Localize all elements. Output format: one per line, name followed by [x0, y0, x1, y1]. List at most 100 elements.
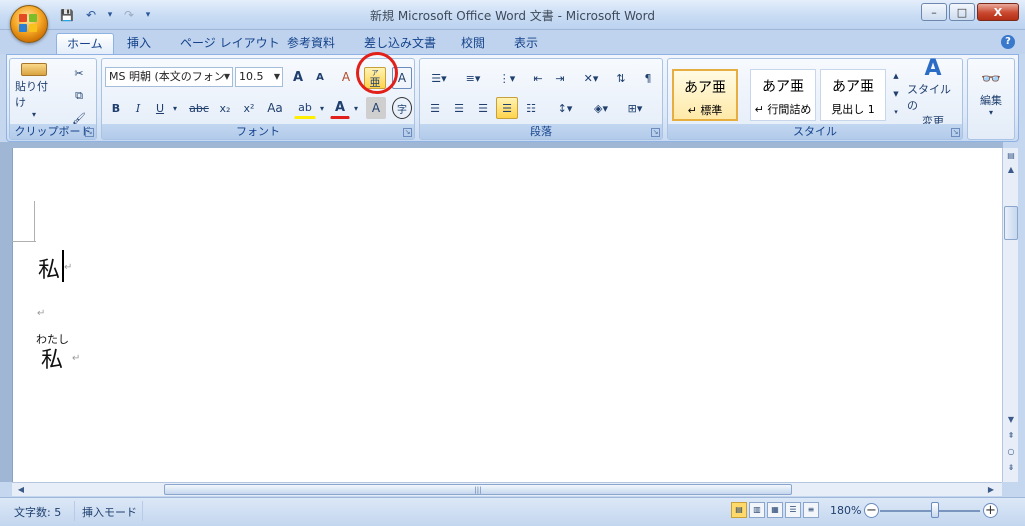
- help-icon[interactable]: ?: [1001, 35, 1015, 49]
- italic-button[interactable]: I: [129, 97, 147, 119]
- change-styles-label-1: スタイルの: [907, 83, 951, 112]
- clear-formatting-button[interactable]: A: [336, 66, 356, 88]
- zoom-in-icon[interactable]: +: [983, 503, 998, 518]
- strikethrough-button[interactable]: abc: [186, 97, 212, 119]
- next-page-icon[interactable]: ⇟: [1004, 462, 1018, 474]
- shrink-font-button[interactable]: A: [310, 66, 330, 88]
- horizontal-scroll-thumb[interactable]: |||: [164, 484, 792, 495]
- align-left-icon[interactable]: ☰: [424, 97, 446, 119]
- web-layout-icon[interactable]: ▦: [767, 502, 783, 518]
- style-heading-1[interactable]: あア亜 見出し 1: [820, 69, 886, 121]
- editing-label: 編集: [980, 94, 1002, 107]
- borders-icon[interactable]: ⊞▾: [620, 97, 650, 119]
- scroll-up-icon[interactable]: ▲: [1004, 164, 1018, 176]
- status-divider: [74, 501, 75, 521]
- previous-page-icon[interactable]: ⇞: [1004, 430, 1018, 442]
- line-spacing-icon[interactable]: ↕▾: [550, 97, 580, 119]
- maximize-button[interactable]: □: [949, 3, 975, 21]
- scroll-down-icon[interactable]: ▼: [1004, 414, 1018, 426]
- tab-view[interactable]: 表示: [504, 33, 548, 54]
- tab-home[interactable]: ホーム: [56, 33, 114, 54]
- bullets-icon[interactable]: ☰▾: [424, 67, 454, 89]
- underline-button[interactable]: U: [151, 97, 169, 119]
- font-color-dropdown-icon[interactable]: ▾: [351, 97, 361, 119]
- scroll-left-icon[interactable]: ◀: [14, 484, 28, 496]
- asian-layout-icon[interactable]: ✕▾: [576, 67, 606, 89]
- document-page[interactable]: [12, 148, 1002, 482]
- tab-page-layout[interactable]: ページ レイアウト: [170, 33, 290, 54]
- zoom-level[interactable]: 180%: [830, 504, 861, 517]
- office-logo-icon: [19, 14, 39, 34]
- office-button[interactable]: [10, 5, 48, 43]
- style-sample: あア亜: [684, 80, 726, 96]
- gallery-up-icon[interactable]: ▲: [890, 67, 902, 85]
- ruler-toggle-icon[interactable]: ▤: [1004, 150, 1018, 162]
- zoom-out-icon[interactable]: −: [864, 503, 879, 518]
- font-size-value: 10.5: [239, 70, 264, 83]
- enclose-characters-button[interactable]: 字: [392, 97, 412, 119]
- zoom-slider-track[interactable]: [880, 510, 980, 512]
- bold-button[interactable]: B: [107, 97, 125, 119]
- style-name: 見出し 1: [831, 103, 875, 116]
- text-highlight-button[interactable]: ab: [294, 97, 316, 119]
- change-styles-button[interactable]: A スタイルの 変更: [906, 57, 960, 129]
- chevron-down-icon: ▾: [988, 108, 993, 117]
- clipboard-launcher-icon[interactable]: ↘: [85, 128, 94, 137]
- font-color-button[interactable]: A: [330, 97, 350, 119]
- full-screen-reading-icon[interactable]: ▥: [749, 502, 765, 518]
- gallery-more-icon[interactable]: ▾: [890, 103, 902, 121]
- font-name-combo[interactable]: MS 明朝 (本文のフォン ▼: [105, 67, 233, 87]
- insert-mode[interactable]: 挿入モード: [82, 504, 137, 520]
- editing-button[interactable]: 👓 編集 ▾: [970, 65, 1012, 121]
- browse-object-icon[interactable]: ○: [1004, 446, 1018, 458]
- tab-references[interactable]: 参考資料: [277, 33, 345, 54]
- justify-icon[interactable]: ☰: [496, 97, 518, 119]
- change-case-button[interactable]: Aa: [262, 97, 288, 119]
- gallery-down-icon[interactable]: ▼: [890, 85, 902, 103]
- font-name-value: MS 明朝 (本文のフォン: [109, 70, 225, 83]
- minimize-button[interactable]: –: [921, 3, 947, 21]
- multilevel-list-icon[interactable]: ⋮▾: [492, 67, 522, 89]
- styles-launcher-icon[interactable]: ↘: [951, 128, 960, 137]
- tab-insert[interactable]: 挿入: [117, 33, 161, 54]
- highlight-dropdown-icon[interactable]: ▾: [317, 97, 327, 119]
- show-marks-icon[interactable]: ¶: [638, 67, 658, 89]
- zoom-slider-knob[interactable]: [931, 502, 939, 518]
- outline-view-icon[interactable]: ☰: [785, 502, 801, 518]
- shading-icon[interactable]: ◈▾: [586, 97, 616, 119]
- paragraph-launcher-icon[interactable]: ↘: [651, 128, 660, 137]
- sort-icon[interactable]: ⇅: [610, 67, 632, 89]
- draft-view-icon[interactable]: ≡: [803, 502, 819, 518]
- horizontal-scrollbar[interactable]: ◀ ||| ▶: [12, 482, 1002, 496]
- decrease-indent-icon[interactable]: ⇤: [528, 67, 548, 89]
- vertical-scrollbar[interactable]: ▤ ▲ ▼ ⇞ ○ ⇟: [1002, 148, 1018, 482]
- close-button[interactable]: X: [977, 3, 1019, 21]
- align-right-icon[interactable]: ☰: [472, 97, 494, 119]
- style-normal[interactable]: あア亜 ↵ 標準: [672, 69, 738, 121]
- style-name: ↵ 行間詰め: [754, 103, 812, 116]
- scroll-right-icon[interactable]: ▶: [984, 484, 998, 496]
- superscript-button[interactable]: x²: [239, 97, 259, 119]
- character-count[interactable]: 文字数: 5: [14, 504, 61, 520]
- numbering-icon[interactable]: ≡▾: [458, 67, 488, 89]
- styles-group: あア亜 ↵ 標準 あア亜 ↵ 行間詰め あア亜 見出し 1 ▲ ▼ ▾ A スタ…: [667, 57, 963, 140]
- grow-font-button[interactable]: A: [288, 66, 308, 88]
- style-no-spacing[interactable]: あア亜 ↵ 行間詰め: [750, 69, 816, 121]
- font-launcher-icon[interactable]: ↘: [403, 128, 412, 137]
- font-size-combo[interactable]: 10.5 ▼: [235, 67, 283, 87]
- increase-indent-icon[interactable]: ⇥: [550, 67, 570, 89]
- status-divider: [142, 501, 143, 521]
- tab-mailings[interactable]: 差し込み文書: [354, 33, 446, 54]
- paste-button[interactable]: 貼り付け ▾: [14, 62, 54, 120]
- subscript-button[interactable]: x₂: [215, 97, 235, 119]
- cut-icon[interactable]: ✂: [68, 62, 90, 84]
- distributed-icon[interactable]: ☷: [520, 97, 542, 119]
- tab-review[interactable]: 校閲: [451, 33, 495, 54]
- styles-group-label: スタイル: [668, 124, 962, 139]
- underline-dropdown-icon[interactable]: ▾: [170, 97, 180, 119]
- print-layout-view-icon[interactable]: ▤: [731, 502, 747, 518]
- copy-icon[interactable]: ⧉: [68, 85, 90, 107]
- align-center-icon[interactable]: ☰: [448, 97, 470, 119]
- vertical-scroll-thumb[interactable]: [1004, 206, 1018, 240]
- character-shading-button[interactable]: A: [366, 97, 386, 119]
